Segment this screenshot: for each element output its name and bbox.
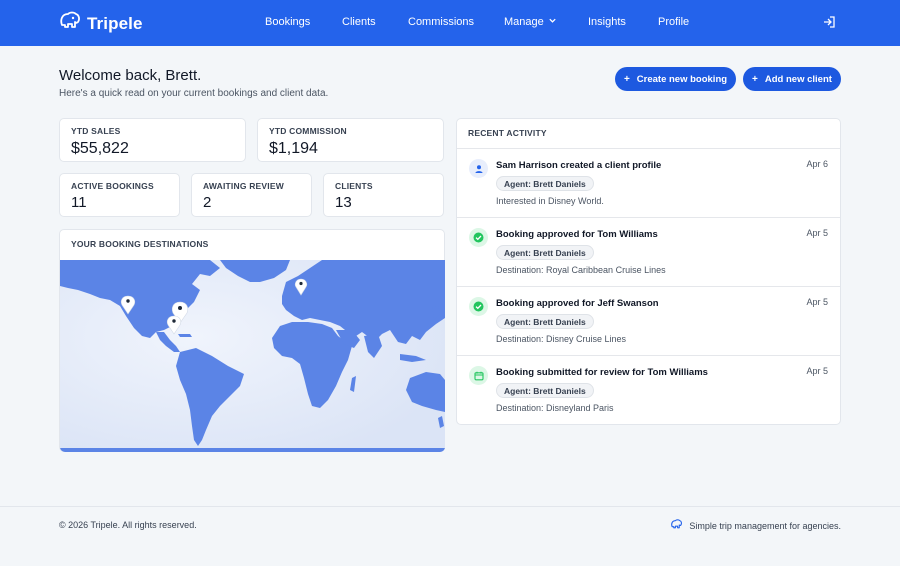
activity-item[interactable]: Booking submitted for review for Tom Wil… (457, 356, 840, 425)
activity-detail: Interested in Disney World. (496, 196, 604, 206)
agent-badge: Agent: Brett Daniels (496, 383, 594, 398)
world-map[interactable] (60, 260, 445, 452)
recent-activity-card: RECENT ACTIVITY Sam Harrison created a c… (456, 118, 841, 425)
stat-card-ytd-commission: YTD COMMISSION $1,194 (257, 118, 444, 162)
add-client-button[interactable]: + Add new client (743, 67, 841, 91)
nav-manage[interactable]: Manage (504, 16, 557, 28)
nav-clients[interactable]: Clients (342, 16, 376, 28)
page-subtitle: Here's a quick read on your current book… (59, 88, 329, 99)
stat-value: 11 (71, 194, 87, 211)
activity-title-text: Booking submitted for review for Tom Wil… (496, 367, 708, 378)
stat-label: CLIENTS (335, 181, 373, 191)
activity-detail: Destination: Royal Caribbean Cruise Line… (496, 265, 666, 275)
stat-card-ytd-sales: YTD SALES $55,822 (59, 118, 246, 162)
check-circle-icon (469, 228, 488, 247)
activity-item[interactable]: Booking approved for Jeff Swanson Apr 5 … (457, 287, 840, 356)
page-title: Welcome back, Brett. (59, 67, 202, 84)
stat-value: $55,822 (71, 140, 129, 157)
nav-insights[interactable]: Insights (588, 16, 626, 28)
user-icon (469, 159, 488, 178)
nav-bookings[interactable]: Bookings (265, 16, 310, 28)
stat-card-clients: CLIENTS 13 (323, 173, 444, 217)
nav-commissions[interactable]: Commissions (408, 16, 474, 28)
create-booking-label: Create new booking (636, 73, 728, 85)
nav-manage-label: Manage (504, 16, 544, 28)
activity-detail: Destination: Disney Cruise Lines (496, 334, 627, 344)
elephant-logo-icon (670, 519, 683, 532)
footer-tagline: Simple trip management for agencies. (670, 519, 841, 532)
footer: © 2026 Tripele. All rights reserved. Sim… (0, 506, 900, 566)
activity-date: Apr 5 (806, 228, 828, 238)
stat-value: 13 (335, 194, 352, 211)
activity-date: Apr 5 (806, 297, 828, 307)
check-circle-icon (469, 297, 488, 316)
copyright-text: © 2026 Tripele. All rights reserved. (59, 520, 197, 530)
activity-title-text: Booking approved for Jeff Swanson (496, 298, 659, 309)
agent-badge: Agent: Brett Daniels (496, 176, 594, 191)
stat-label: ACTIVE BOOKINGS (71, 181, 154, 191)
stat-label: YTD SALES (71, 126, 121, 136)
stat-card-active-bookings: ACTIVE BOOKINGS 11 (59, 173, 180, 217)
logout-icon[interactable] (822, 15, 836, 34)
nav-profile[interactable]: Profile (658, 16, 689, 28)
top-nav: Tripele Bookings Clients Commissions Man… (0, 0, 900, 46)
activity-header: RECENT ACTIVITY (457, 119, 840, 149)
activity-date: Apr 6 (806, 159, 828, 169)
plus-icon: + (623, 73, 630, 85)
activity-title-text: Sam Harrison created a client profile (496, 160, 662, 171)
activity-item[interactable]: Booking approved for Tom Williams Apr 5 … (457, 218, 840, 287)
stat-label: YTD COMMISSION (269, 126, 347, 136)
stat-card-awaiting-review: AWAITING REVIEW 2 (191, 173, 312, 217)
stat-label: AWAITING REVIEW (203, 181, 284, 191)
plus-icon: + (752, 73, 758, 85)
activity-title-text: Booking approved for Tom Williams (496, 229, 658, 240)
agent-badge: Agent: Brett Daniels (496, 245, 594, 260)
create-booking-button[interactable]: + Create new booking (615, 67, 736, 91)
activity-date: Apr 5 (806, 366, 828, 376)
stat-value: $1,194 (269, 140, 318, 157)
activity-title: RECENT ACTIVITY (468, 128, 547, 138)
calendar-icon (469, 366, 488, 385)
tagline-text: Simple trip management for agencies. (689, 520, 841, 531)
activity-detail: Destination: Disneyland Paris (496, 403, 614, 413)
add-client-label: Add new client (764, 73, 832, 85)
destinations-map-card: YOUR BOOKING DESTINATIONS (59, 229, 445, 452)
chevron-down-icon (548, 16, 557, 28)
map-title: YOUR BOOKING DESTINATIONS (71, 239, 209, 249)
activity-item[interactable]: Sam Harrison created a client profile Ap… (457, 149, 840, 218)
agent-badge: Agent: Brett Daniels (496, 314, 594, 329)
stat-value: 2 (203, 194, 212, 211)
